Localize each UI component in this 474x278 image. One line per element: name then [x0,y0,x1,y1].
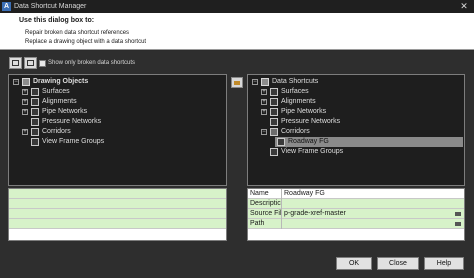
pressure-network-icon [31,118,39,126]
title-bar: A Data Shortcut Manager ✕ [0,0,474,13]
banner-line-replace: Replace a drawing object with a data sho… [25,39,147,45]
property-value-cell[interactable] [282,219,452,229]
corridor-shortcut-icon [277,138,285,146]
expand-icon[interactable]: + [22,89,28,95]
tree-item-pressure-networks[interactable]: Pressure Networks [11,117,225,127]
table-row [9,219,226,229]
table-row [9,199,226,209]
table-row [248,229,464,239]
sync-shortcut-icon[interactable] [231,77,243,88]
pipe-network-icon [270,108,278,116]
shortcut-item-roadway-fg[interactable]: Roadway FG [275,137,463,147]
pipe-network-icon [31,108,39,116]
instruction-banner: Use this dialog box to: Repair broken da… [0,13,474,50]
tree-item-surfaces[interactable]: + Surfaces [11,87,225,97]
surface-icon [31,88,39,96]
property-value-cell[interactable]: p-grade-xref-master [282,209,452,219]
view-frame-icon [31,138,39,146]
corridor-icon [31,128,39,136]
expand-icon[interactable]: + [22,109,28,115]
alignment-icon [31,98,39,106]
drawing-objects-tree[interactable]: − Drawing Objects + Surfaces + Alignment… [8,74,227,186]
property-name-cell: Source Fil [250,210,281,217]
drawing-icon [22,78,30,86]
property-name-cell: Name [250,190,269,197]
pressure-network-icon [270,118,278,126]
expand-icon[interactable]: + [261,109,267,115]
tree-root-drawing-objects[interactable]: − Drawing Objects [11,77,225,87]
property-name-cell: Descriptic [250,200,281,207]
shortcut-properties-grid: Name Roadway FG Descriptic Source Fil p-… [247,188,465,241]
table-row: Descriptic [248,199,464,209]
show-broken-checkbox[interactable] [39,60,46,67]
surface-icon [270,88,278,96]
shortcut-item-alignments[interactable]: + Alignments [250,97,463,107]
help-button[interactable]: Help [424,257,464,270]
tree-item-corridors[interactable]: + Corridors [11,127,225,137]
property-value-cell: Roadway FG [284,190,325,197]
browse-folder-icon[interactable] [455,222,461,226]
shortcut-item-view-frame-groups[interactable]: View Frame Groups [250,147,463,157]
close-button[interactable]: Close [377,257,419,270]
drawing-object-properties-grid [8,188,227,241]
expand-icon[interactable]: + [22,99,28,105]
browse-folder-icon[interactable] [455,212,461,216]
property-name-cell: Path [250,220,265,227]
tree-root-data-shortcuts[interactable]: − Data Shortcuts [250,77,463,87]
table-row: Source Fil p-grade-xref-master [248,209,464,219]
shortcut-item-pressure-networks[interactable]: Pressure Networks [250,117,463,127]
corridor-icon [270,128,278,136]
repair-broken-icon[interactable] [9,57,22,69]
close-window-button[interactable]: ✕ [454,0,474,13]
collapse-icon[interactable]: − [13,79,19,85]
tree-item-pipe-networks[interactable]: + Pipe Networks [11,107,225,117]
collapse-icon[interactable]: − [261,129,267,135]
ok-button[interactable]: OK [336,257,372,270]
banner-line-repair: Repair broken data shortcut references [25,30,130,36]
table-row [9,189,226,199]
promote-shortcut-icon[interactable] [24,57,37,69]
table-row [9,209,226,219]
data-shortcuts-tree[interactable]: − Data Shortcuts + Surfaces + Alignments… [247,74,465,186]
table-row: Path [248,219,464,229]
property-value-cell[interactable] [282,199,462,209]
expand-icon[interactable]: + [261,89,267,95]
table-row [9,229,226,239]
window-title: Data Shortcut Manager [14,3,87,10]
app-logo-icon: A [2,2,11,11]
alignment-icon [270,98,278,106]
view-frame-icon [270,148,278,156]
tree-item-view-frame-groups[interactable]: View Frame Groups [11,137,225,147]
shortcut-item-corridors[interactable]: − Corridors [250,127,463,137]
shortcuts-root-icon [261,78,269,86]
collapse-icon[interactable]: − [252,79,258,85]
shortcut-item-surfaces[interactable]: + Surfaces [250,87,463,97]
tree-item-alignments[interactable]: + Alignments [11,97,225,107]
banner-heading: Use this dialog box to: [19,17,95,24]
shortcut-item-pipe-networks[interactable]: + Pipe Networks [250,107,463,117]
table-row: Name Roadway FG [248,189,464,199]
expand-icon[interactable]: + [22,129,28,135]
show-broken-label: Show only broken data shortcuts [48,60,136,66]
expand-icon[interactable]: + [261,99,267,105]
